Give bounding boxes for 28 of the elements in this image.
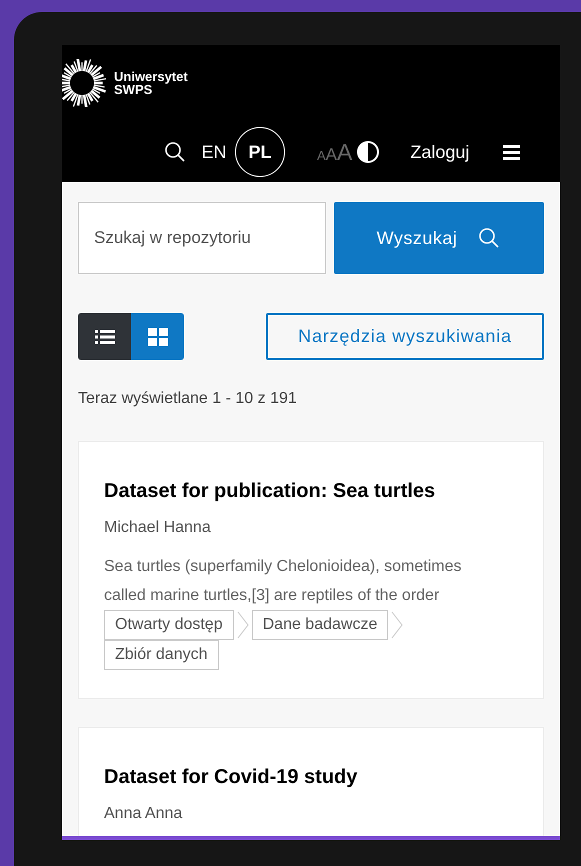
result-author: Michael Hanna xyxy=(104,518,212,538)
result-author: Anna Anna xyxy=(104,804,184,824)
menu-icon[interactable] xyxy=(503,144,520,160)
logo-text[interactable]: Uniwersytet SWPS xyxy=(114,70,188,96)
search-icon xyxy=(477,226,502,250)
results-count: Teraz wyświetlane 1 - 10 z 191 xyxy=(78,389,298,409)
view-toggle-button[interactable] xyxy=(78,313,131,360)
search-submit-button[interactable]: Wyszukaj xyxy=(334,202,544,274)
result-title[interactable]: Dataset for Covid-19 study xyxy=(104,764,518,790)
list-icon xyxy=(94,328,114,344)
category-tag[interactable]: Otwarty dostęp xyxy=(104,610,234,640)
sunburst-logo-icon xyxy=(62,59,106,107)
login-link[interactable]: Zaloguj xyxy=(410,138,470,166)
category-tag[interactable]: Zbiór danych xyxy=(104,640,218,670)
search-tools-button[interactable]: Narzędzia wyszukiwania xyxy=(266,313,544,360)
text-size-control[interactable]: AAA xyxy=(317,134,352,170)
search-icon xyxy=(163,140,187,164)
search-field[interactable]: Szukaj w repozytoriu xyxy=(78,202,326,274)
result-abstract: Sea turtles (superfamily Chelonioidea), sometimes called marine turtles,[3] are reptiles of the order xyxy=(104,557,462,606)
chevron-icon xyxy=(391,611,404,639)
result-title[interactable]: Dataset for publication: Sea turtles xyxy=(104,478,518,504)
view-toggle-button[interactable] xyxy=(131,313,184,360)
language-option[interactable]: EN xyxy=(199,127,229,177)
category-tag[interactable]: Dane badawcze xyxy=(252,610,388,640)
grid-icon xyxy=(148,328,168,346)
chevron-icon xyxy=(236,611,249,639)
language-option[interactable]: PL xyxy=(235,127,285,177)
contrast-icon[interactable] xyxy=(356,140,380,164)
